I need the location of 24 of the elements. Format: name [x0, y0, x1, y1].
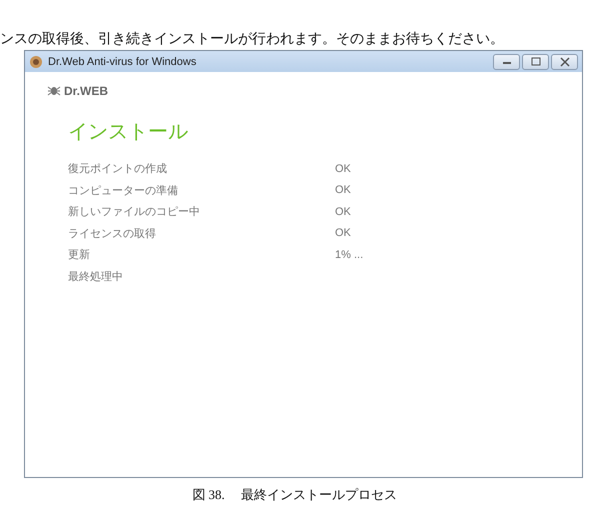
close-icon [558, 56, 572, 67]
maximize-icon [528, 56, 542, 67]
step-label: 最終処理中 [68, 268, 124, 284]
step-label: ライセンスの取得 [68, 226, 157, 241]
app-icon [29, 54, 43, 68]
spider-icon [47, 85, 61, 97]
step-label: 更新 [68, 247, 91, 262]
step-status: 1% ... [335, 248, 364, 261]
intro-text: ンスの取得後、引き続きインストールが行われます。そのままお待ちください。 [0, 30, 505, 49]
logo-text: Dr.WEB [64, 84, 108, 98]
minimize-button[interactable] [493, 54, 520, 70]
close-button[interactable] [551, 54, 578, 70]
section-heading: インストール [68, 118, 189, 145]
step-status: OK [335, 162, 351, 175]
step-label: 新しいファイルのコピー中 [68, 204, 201, 220]
step-label: コンピューターの準備 [68, 182, 179, 198]
maximize-button[interactable] [522, 54, 549, 70]
figure-caption: 最終インストールプロセス [240, 487, 397, 504]
step-status: OK [335, 184, 351, 196]
figure-number: 図 38. [192, 486, 225, 504]
step-status: OK [335, 227, 351, 240]
step-status: OK [335, 206, 351, 218]
window-title: Dr.Web Anti-virus for Windows [48, 56, 198, 68]
step-label: 復元ポイントの作成 [68, 161, 168, 176]
